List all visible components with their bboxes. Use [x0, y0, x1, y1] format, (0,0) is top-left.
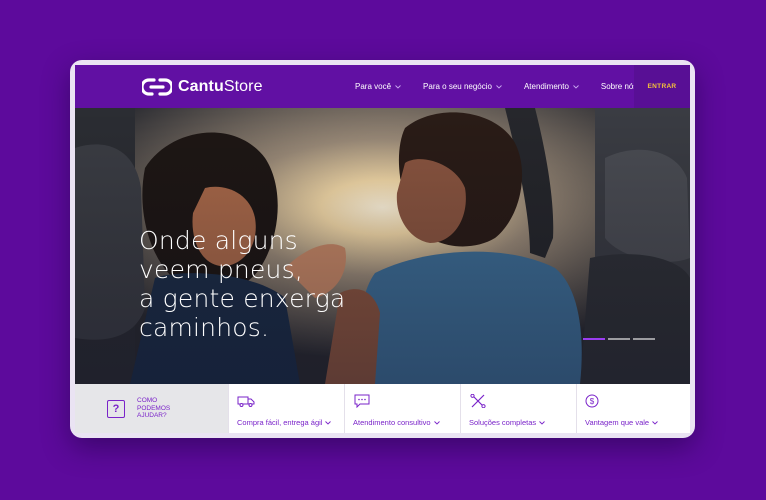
hero-headline-line: caminhos. — [139, 313, 270, 342]
help-box[interactable]: ? COMO PODEMOS AJUDAR? — [75, 384, 228, 433]
browser-mockup-frame: CantuStore Para você Para o seu negócio … — [70, 60, 695, 438]
help-text-line: COMO — [137, 397, 158, 405]
help-text-line: AJUDAR? — [137, 412, 167, 420]
feature-label: Compra fácil, entrega ágil — [237, 418, 332, 427]
nav-item-label: Atendimento — [523, 82, 569, 91]
feature-label-text: Atendimento consultivo — [353, 418, 431, 427]
carousel-indicators — [583, 338, 655, 340]
chevron-down-icon — [652, 420, 658, 425]
chevron-down-icon — [539, 420, 545, 425]
tools-icon — [470, 393, 486, 409]
nav-item-para-voce[interactable]: Para você — [355, 82, 401, 91]
dollar-icon: $ — [585, 394, 599, 408]
nav-item-atendimento[interactable]: Atendimento — [524, 82, 579, 91]
nav-item-para-o-seu-negocio[interactable]: Para o seu negócio — [423, 82, 502, 91]
feature-vantagem-que-vale[interactable]: $ Vantagem que vale — [576, 384, 690, 433]
feature-label-text: Compra fácil, entrega ágil — [237, 418, 323, 427]
feature-label-text: Soluções completas — [469, 418, 537, 427]
feature-label: Vantagem que vale — [585, 418, 658, 427]
chevron-down-icon — [433, 420, 440, 425]
feature-solucoes-completas[interactable]: Soluções completas — [460, 384, 576, 433]
carousel-dot-1[interactable] — [583, 338, 605, 340]
chevron-down-icon — [496, 84, 502, 89]
carousel-dot-2[interactable] — [608, 338, 630, 340]
login-button[interactable]: ENTRAR — [634, 65, 690, 108]
chat-icon — [354, 394, 370, 409]
nav-item-label: Para o seu negócio — [423, 82, 492, 91]
feature-atendimento-consultivo[interactable]: Atendimento consultivo — [344, 384, 460, 433]
hero-headline-line: veem pneus, — [139, 255, 303, 284]
feature-label: Soluções completas — [469, 418, 545, 427]
question-icon: ? — [107, 399, 125, 418]
nav-item-label: Sobre nós — [600, 82, 638, 91]
cantu-logo-icon — [142, 78, 172, 96]
help-text: COMO PODEMOS AJUDAR? — [137, 397, 181, 420]
brand-logo[interactable]: CantuStore — [142, 77, 263, 97]
site-header: CantuStore Para você Para o seu negócio … — [75, 65, 690, 108]
svg-text:$: $ — [590, 397, 595, 406]
chevron-down-icon — [395, 84, 401, 89]
brand-name: CantuStore — [178, 78, 263, 95]
main-nav: Para você Para o seu negócio Atendimento… — [355, 65, 669, 108]
hero-headline-line: a gente enxerga — [139, 284, 346, 313]
help-text-line: PODEMOS — [137, 404, 171, 412]
chevron-down-icon — [325, 420, 332, 425]
hero-headline-line: Onde alguns — [139, 226, 298, 255]
nav-item-label: Para você — [355, 82, 392, 91]
truck-icon — [237, 396, 255, 407]
feature-label-text: Vantagem que vale — [585, 418, 650, 427]
chevron-down-icon — [573, 84, 579, 89]
feature-label: Atendimento consultivo — [353, 418, 440, 427]
hero-banner: Onde alguns veem pneus, a gente enxerga … — [75, 108, 690, 384]
carousel-dot-3[interactable] — [633, 338, 655, 340]
feature-bar: ? COMO PODEMOS AJUDAR? Compra fácil, ent… — [75, 384, 690, 433]
feature-compra-facil[interactable]: Compra fácil, entrega ágil — [228, 384, 344, 433]
hero-headline: Onde alguns veem pneus, a gente enxerga … — [139, 226, 459, 342]
